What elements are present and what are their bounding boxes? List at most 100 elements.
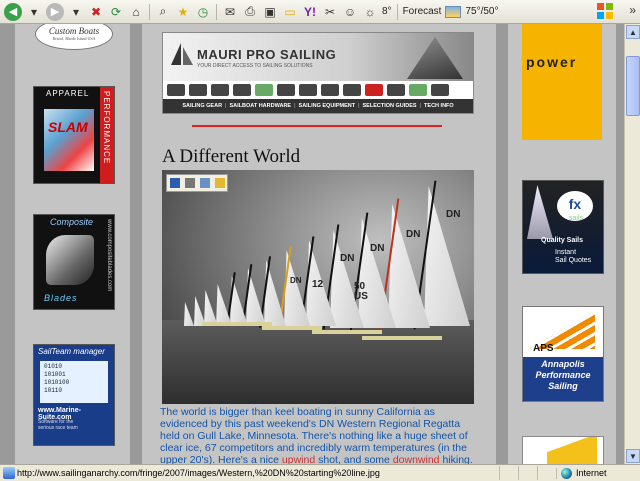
aps-line: Performance bbox=[535, 370, 591, 380]
performance-apparel-ad[interactable]: APPAREL SLAM PERFORMANCE bbox=[33, 86, 115, 184]
forecast-label[interactable]: Forecast bbox=[403, 6, 442, 17]
sailteam-manager-ad[interactable]: SailTeam manager 01010 101001 1010100 10… bbox=[33, 344, 115, 446]
sail-number: DN bbox=[406, 229, 421, 240]
nav-tech-info[interactable]: TECH INFO bbox=[424, 103, 454, 109]
notes-icon[interactable]: ▭ bbox=[282, 4, 298, 20]
forecast-value[interactable]: 75°/50° bbox=[465, 6, 498, 17]
stop-icon[interactable]: ✖ bbox=[88, 4, 104, 20]
blade-image bbox=[46, 235, 94, 285]
open-folder-icon[interactable] bbox=[214, 178, 225, 188]
status-cell bbox=[518, 466, 537, 480]
history-icon[interactable]: ◷ bbox=[195, 4, 211, 20]
refresh-icon[interactable]: ⟳ bbox=[108, 4, 124, 20]
back-dropdown-icon[interactable]: ▾ bbox=[26, 4, 42, 20]
article-text-end: hiking. bbox=[439, 454, 473, 464]
aps-annapolis-ad[interactable]: APS Annapolis Performance Sailing bbox=[522, 306, 604, 402]
upwind-link[interactable]: upwind bbox=[282, 454, 315, 464]
nav-separator: | bbox=[294, 103, 296, 109]
messenger-icon[interactable]: ☺ bbox=[342, 4, 358, 20]
iceboat-hull bbox=[202, 322, 272, 326]
nav-sailing-equipment[interactable]: SAILING EQUIPMENT bbox=[299, 103, 356, 109]
binary-line: 1010100 bbox=[44, 379, 70, 386]
yahoo-icon[interactable]: Y! bbox=[302, 4, 318, 20]
right-ad-column: power fx sails Quality Sails Instant Sai… bbox=[508, 24, 616, 464]
print-image-icon[interactable] bbox=[184, 178, 195, 188]
blades-text: Blades bbox=[44, 293, 78, 303]
save-image-icon[interactable] bbox=[169, 178, 180, 188]
favorites-icon[interactable]: ★ bbox=[175, 4, 191, 20]
aps-line: Sailing bbox=[548, 381, 578, 391]
mail-icon[interactable]: ✉ bbox=[222, 4, 238, 20]
forward-button[interactable]: ▶ bbox=[46, 2, 64, 21]
plugin-icon[interactable]: ✂ bbox=[322, 4, 338, 20]
forward-dropdown-icon[interactable]: ▾ bbox=[68, 4, 84, 20]
regatta-photo[interactable]: DN DN DN DN 50 US 12 DN bbox=[162, 170, 474, 404]
power-text: power bbox=[526, 54, 578, 70]
aps-logo-text: APS bbox=[533, 343, 554, 354]
product-image bbox=[233, 84, 251, 96]
sail-number: 50 US bbox=[354, 281, 368, 302]
nav-sailboat-hardware[interactable]: SAILBOAT HARDWARE bbox=[229, 103, 291, 109]
article-headline: A Different World bbox=[162, 146, 301, 167]
quotes-line: Sail Quotes bbox=[555, 257, 592, 264]
email-image-icon[interactable] bbox=[199, 178, 210, 188]
image-toolbar bbox=[166, 174, 228, 192]
fx-sail-image bbox=[527, 185, 553, 239]
weather-icon[interactable]: ☼ bbox=[362, 4, 378, 20]
vertical-scrollbar[interactable]: ▲ ▼ bbox=[624, 24, 640, 464]
nav-sailing-gear[interactable]: SAILING GEAR bbox=[182, 103, 222, 109]
nav-selection-guides[interactable]: SELECTION GUIDES bbox=[363, 103, 417, 109]
binary-line: 101001 bbox=[44, 371, 66, 378]
banner-nav: SAILING GEAR | SAILBOAT HARDWARE | SAILING… bbox=[163, 99, 473, 113]
toolbar-chevron-icon[interactable]: » bbox=[629, 3, 636, 17]
iceboat-sail bbox=[184, 302, 194, 326]
status-url: http://www.sailinganarchy.com/fringe/200… bbox=[17, 468, 380, 478]
custom-boats-title: Custom Boats bbox=[48, 26, 100, 36]
windows-logo-icon bbox=[597, 3, 613, 19]
home-icon[interactable]: ⌂ bbox=[128, 4, 144, 20]
product-image bbox=[167, 84, 185, 96]
sailteam-subtext: Software for the serious race team bbox=[38, 419, 78, 431]
status-cells bbox=[499, 466, 556, 480]
scroll-down-arrow[interactable]: ▼ bbox=[626, 449, 640, 463]
scroll-thumb[interactable] bbox=[626, 56, 640, 116]
power-ad[interactable]: power bbox=[522, 24, 602, 140]
forecast-weather-icon bbox=[445, 5, 462, 18]
sail-number: DN bbox=[370, 243, 385, 254]
instant-line: Instant bbox=[555, 249, 577, 256]
toolbar-separator bbox=[396, 3, 398, 20]
scroll-up-arrow[interactable]: ▲ bbox=[626, 25, 640, 39]
custom-boats-ad[interactable]: Custom Boats Bristol, Rhode Island USA bbox=[35, 24, 113, 50]
product-image bbox=[211, 84, 229, 96]
search-icon[interactable]: ⌕ bbox=[155, 4, 171, 20]
article-text-mid: shot, and some bbox=[315, 454, 393, 464]
sailteam-header: SailTeam manager bbox=[38, 347, 105, 356]
banner-product-strip bbox=[163, 81, 473, 99]
banner-tagline: YOUR DIRECT ACCESS TO SAILING SOLUTIONS bbox=[197, 63, 313, 69]
fx-sails-ad[interactable]: fx sails Quality Sails Instant Sail Quot… bbox=[522, 180, 604, 274]
back-button[interactable]: ◀ bbox=[4, 2, 22, 21]
main-content: MAURI PRO SAILING YOUR DIRECT ACCESS TO … bbox=[142, 24, 496, 464]
sail-number: DN bbox=[446, 209, 461, 220]
nav-separator: | bbox=[225, 103, 227, 109]
composite-text: Composite bbox=[50, 217, 94, 227]
nav-separator: | bbox=[419, 103, 422, 109]
mauri-pro-sailing-banner[interactable]: MAURI PRO SAILING YOUR DIRECT ACCESS TO … bbox=[162, 32, 474, 114]
slam-text: SLAM bbox=[48, 119, 88, 135]
red-divider bbox=[192, 125, 442, 127]
temperature-readout: 8° bbox=[382, 6, 392, 17]
banner-title: MAURI PRO SAILING bbox=[197, 47, 337, 62]
security-zone: Internet bbox=[556, 467, 640, 479]
performance-strip: PERFORMANCE bbox=[100, 87, 114, 183]
iceboat-hull bbox=[362, 336, 442, 340]
partial-ad[interactable] bbox=[522, 436, 604, 464]
downwind-link[interactable]: downwind bbox=[393, 454, 440, 464]
composite-blades-ad[interactable]: Composite Blades www.compositeblades.com bbox=[33, 214, 115, 310]
status-cell bbox=[499, 466, 518, 480]
product-image bbox=[365, 84, 383, 96]
edit-icon[interactable]: ▣ bbox=[262, 4, 278, 20]
page-icon bbox=[3, 467, 15, 479]
print-icon[interactable]: ⎙ bbox=[242, 4, 258, 20]
sail-number: DN bbox=[290, 276, 302, 285]
sail-number: 12 bbox=[312, 279, 324, 290]
